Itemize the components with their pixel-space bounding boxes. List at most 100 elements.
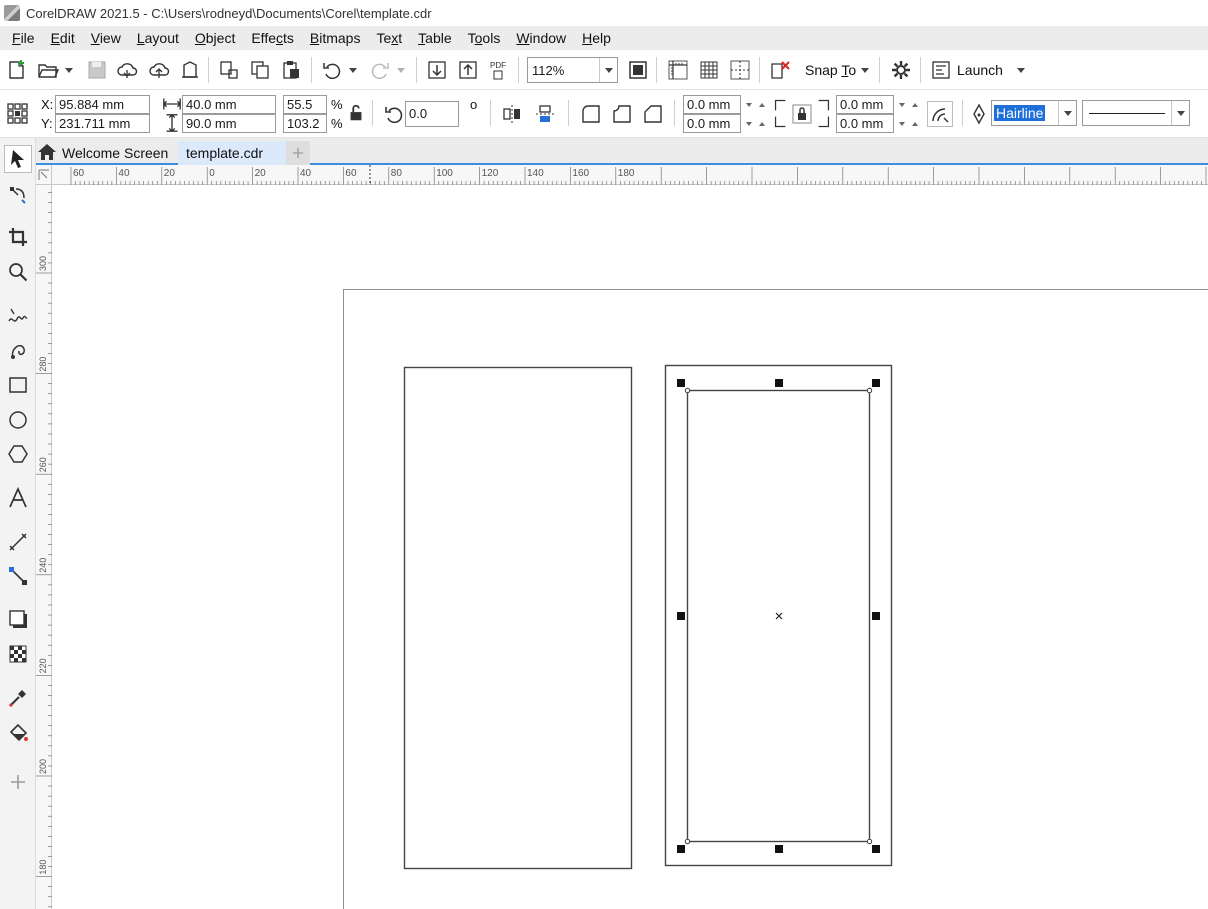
selection-handle-middle-right[interactable] [872, 612, 880, 620]
corner-top-right-spin-up[interactable] [909, 95, 921, 114]
snap-to-dropdown-caret[interactable] [860, 58, 870, 82]
scale-y-field[interactable]: 103.2 [283, 114, 327, 133]
import-arrow-icon[interactable] [425, 58, 449, 82]
text-tool-icon[interactable] [4, 484, 32, 512]
zoom-level-combo[interactable]: 112% [527, 57, 618, 83]
menu-item-help[interactable]: Help [574, 26, 619, 50]
menu-item-bitmaps[interactable]: Bitmaps [302, 26, 369, 50]
scale-x-field[interactable]: 55.5 [283, 95, 327, 114]
launch-button[interactable]: Launch [957, 58, 1003, 82]
menu-item-edit[interactable]: Edit [43, 26, 83, 50]
outline-width-combo[interactable]: Hairline [991, 100, 1077, 126]
selection-center-marker[interactable] [775, 612, 783, 620]
selection-handle-top-center[interactable] [775, 379, 783, 387]
show-rulers-icon[interactable] [666, 58, 690, 82]
corner-bottom-left-spin-up[interactable] [756, 114, 768, 133]
corner-radius-bottom-right-field[interactable]: 0.0 mm [836, 114, 894, 133]
interactive-fill-tool-icon[interactable] [4, 719, 32, 747]
rectangle-tool-icon[interactable] [4, 371, 32, 399]
new-tab-plus-icon[interactable] [286, 141, 310, 165]
show-guidelines-icon[interactable] [728, 58, 752, 82]
tab-welcome-screen[interactable]: Welcome Screen [54, 141, 176, 165]
zoom-to-page-icon[interactable] [626, 58, 650, 82]
polygon-tool-icon[interactable] [4, 440, 32, 468]
open-dropdown-caret[interactable] [64, 58, 74, 82]
round-corner-icon[interactable] [579, 102, 603, 126]
copy-icon[interactable] [248, 58, 272, 82]
vertical-ruler[interactable]: 300 280 260 240 220 200 180 [36, 185, 52, 909]
selection-handle-bottom-right[interactable] [872, 845, 880, 853]
selection-handle-bottom-left[interactable] [677, 845, 685, 853]
chamfered-corner-icon[interactable] [641, 102, 665, 126]
selection-handle-middle-left[interactable] [677, 612, 685, 620]
lock-ratio-icon[interactable] [346, 103, 366, 123]
menu-item-object[interactable]: Object [187, 26, 243, 50]
redo-icon[interactable] [368, 58, 392, 82]
corner-radius-top-left-field[interactable]: 0.0 mm [683, 95, 741, 114]
menu-item-view[interactable]: View [83, 26, 129, 50]
save-icon[interactable] [85, 58, 109, 82]
corner-bottom-right-spin-up[interactable] [909, 114, 921, 133]
bezier-tool-icon[interactable] [4, 336, 32, 364]
rectangle-left[interactable] [403, 366, 633, 870]
paste-icon[interactable] [279, 58, 303, 82]
menu-item-text[interactable]: Text [368, 26, 410, 50]
new-document-icon[interactable] [5, 58, 29, 82]
selection-handle-bottom-center[interactable] [775, 845, 783, 853]
options-gear-icon[interactable] [889, 58, 913, 82]
corner-top-left-spin-down[interactable] [743, 95, 755, 114]
transparency-tool-icon[interactable] [4, 640, 32, 668]
y-position-field[interactable]: 231.711 mm [55, 114, 150, 133]
corner-top-left-spin-up[interactable] [756, 95, 768, 114]
menu-item-file[interactable]: File [4, 26, 43, 50]
export-arrow-icon[interactable] [456, 58, 480, 82]
menu-item-effects[interactable]: Effects [243, 26, 302, 50]
parallel-dimension-tool-icon[interactable] [4, 528, 32, 556]
corner-top-right-spin-down[interactable] [896, 95, 908, 114]
rotation-angle-field[interactable]: 0.0 [405, 101, 459, 127]
print-icon[interactable] [178, 58, 202, 82]
open-folder-icon[interactable] [36, 58, 60, 82]
color-eyedropper-tool-icon[interactable] [4, 684, 32, 712]
cloud-save-icon[interactable] [147, 58, 171, 82]
width-field[interactable]: 40.0 mm [182, 95, 276, 114]
import-icon[interactable] [217, 58, 241, 82]
corner-radius-top-right-field[interactable]: 0.0 mm [836, 95, 894, 114]
menu-item-tools[interactable]: Tools [460, 26, 509, 50]
redo-dropdown-caret[interactable] [396, 58, 406, 82]
horizontal-ruler[interactable]: 60 40 20 0 20 40 60 80 100 120 140 160 180 [52, 165, 1208, 185]
drop-shadow-tool-icon[interactable] [4, 605, 32, 633]
menu-item-layout[interactable]: Layout [129, 26, 187, 50]
freehand-tool-icon[interactable] [4, 302, 32, 330]
corner-bottom-left-spin-down[interactable] [743, 114, 755, 133]
x-position-field[interactable]: 95.884 mm [55, 95, 150, 114]
mirror-horizontal-icon[interactable] [500, 102, 524, 126]
snap-off-icon[interactable] [768, 58, 792, 82]
show-grid-icon[interactable] [697, 58, 721, 82]
object-origin-icon[interactable] [5, 101, 29, 125]
shape-tool-icon[interactable] [4, 181, 32, 209]
zoom-tool-icon[interactable] [4, 258, 32, 286]
cloud-open-icon[interactable] [115, 58, 139, 82]
publish-pdf-icon[interactable]: PDF [487, 58, 511, 82]
undo-icon[interactable] [320, 58, 344, 82]
scalloped-corner-icon[interactable] [610, 102, 634, 126]
selection-handle-top-right[interactable] [872, 379, 880, 387]
height-field[interactable]: 90.0 mm [182, 114, 276, 133]
launch-icon[interactable] [929, 58, 953, 82]
tab-template-cdr[interactable]: template.cdr [178, 141, 286, 165]
crop-tool-icon[interactable] [4, 223, 32, 251]
ruler-origin-corner[interactable] [36, 165, 52, 185]
snap-to-button[interactable]: Snap To [805, 58, 856, 82]
corner-radius-bottom-left-field[interactable]: 0.0 mm [683, 114, 741, 133]
corner-bottom-right-spin-down[interactable] [896, 114, 908, 133]
undo-dropdown-caret[interactable] [348, 58, 358, 82]
relative-corner-scaling-icon[interactable] [927, 101, 953, 127]
pick-tool-icon[interactable] [4, 145, 32, 173]
outline-pen-icon[interactable] [967, 102, 991, 126]
outline-style-dropdown-caret[interactable] [1171, 101, 1189, 125]
zoom-dropdown-caret[interactable] [599, 58, 617, 82]
connector-tool-icon[interactable] [4, 562, 32, 590]
menu-item-table[interactable]: Table [410, 26, 459, 50]
outline-width-dropdown-caret[interactable] [1058, 101, 1076, 125]
